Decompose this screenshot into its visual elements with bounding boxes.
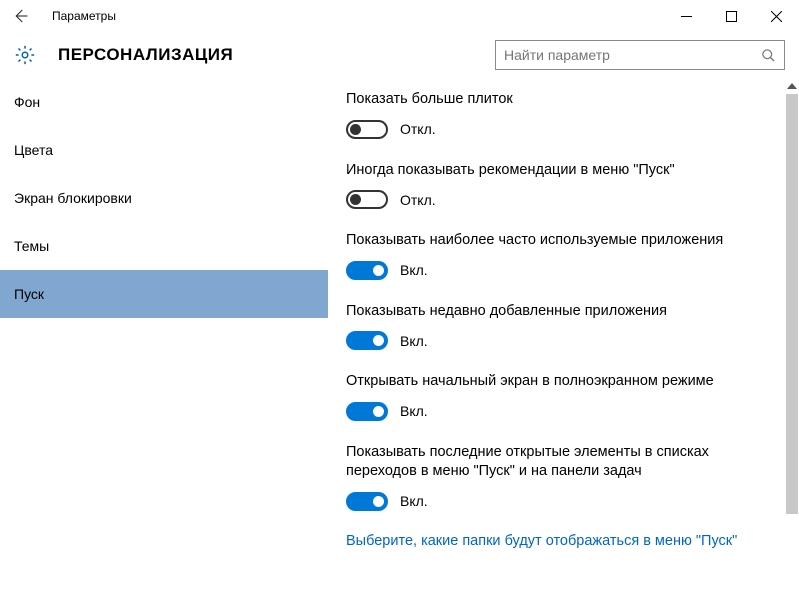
toggle-row: Вкл. — [346, 261, 779, 280]
header: ПЕРСОНАЛИЗАЦИЯ — [0, 32, 799, 78]
toggle-recommendations[interactable] — [346, 190, 388, 209]
sidebar-item-label: Цвета — [14, 142, 53, 158]
gear-icon — [14, 44, 36, 66]
setting-recommendations: Иногда показывать рекомендации в меню "П… — [346, 161, 779, 210]
close-icon — [771, 11, 782, 22]
toggle-row: Вкл. — [346, 402, 779, 421]
setting-recent-items: Показывать последние открытые элементы в… — [346, 443, 779, 511]
toggle-recently-added[interactable] — [346, 331, 388, 350]
vertical-scrollbar[interactable] — [785, 78, 799, 604]
toggle-knob — [373, 406, 384, 417]
maximize-icon — [726, 11, 737, 22]
toggle-knob — [373, 335, 384, 346]
choose-folders-link[interactable]: Выберите, какие папки будут отображаться… — [346, 533, 779, 549]
sidebar-item-lock-screen[interactable]: Экран блокировки — [0, 174, 328, 222]
setting-label: Показывать недавно добавленные приложени… — [346, 302, 756, 322]
setting-label: Показывать последние открытые элементы в… — [346, 443, 756, 482]
sidebar-item-colors[interactable]: Цвета — [0, 126, 328, 174]
setting-label: Открывать начальный экран в полноэкранно… — [346, 372, 756, 392]
minimize-button[interactable] — [664, 1, 709, 31]
window-controls — [664, 1, 799, 31]
sidebar-item-label: Пуск — [14, 286, 44, 302]
titlebar: Параметры — [0, 0, 799, 32]
close-button[interactable] — [754, 1, 799, 31]
toggle-row: Вкл. — [346, 492, 779, 511]
toggle-recent-items[interactable] — [346, 492, 388, 511]
sidebar-item-label: Фон — [14, 94, 40, 110]
toggle-state-text: Вкл. — [400, 493, 428, 509]
setting-label: Показывать наиболее часто используемые п… — [346, 231, 756, 251]
category-title: ПЕРСОНАЛИЗАЦИЯ — [58, 45, 233, 65]
maximize-button[interactable] — [709, 1, 754, 31]
toggle-more-tiles[interactable] — [346, 120, 388, 139]
setting-most-used: Показывать наиболее часто используемые п… — [346, 231, 779, 280]
window-title: Параметры — [52, 9, 116, 23]
header-left: ПЕРСОНАЛИЗАЦИЯ — [14, 44, 233, 66]
toggle-state-text: Вкл. — [400, 333, 428, 349]
toggle-state-text: Вкл. — [400, 262, 428, 278]
toggle-knob — [350, 194, 361, 205]
minimize-icon — [681, 11, 692, 22]
sidebar: Фон Цвета Экран блокировки Темы Пуск — [0, 78, 328, 604]
toggle-state-text: Откл. — [400, 192, 436, 208]
back-button[interactable] — [8, 4, 32, 28]
arrow-left-icon — [11, 7, 29, 25]
toggle-state-text: Вкл. — [400, 403, 428, 419]
toggle-fullscreen[interactable] — [346, 402, 388, 421]
chevron-up-icon — [787, 83, 797, 89]
toggle-row: Откл. — [346, 120, 779, 139]
content: Показать больше плиток Откл. Иногда пока… — [328, 78, 799, 604]
sidebar-item-label: Темы — [14, 238, 49, 254]
scroll-up-button[interactable] — [785, 78, 799, 94]
toggle-knob — [373, 265, 384, 276]
toggle-knob — [373, 496, 384, 507]
toggle-knob — [350, 124, 361, 135]
titlebar-left: Параметры — [8, 4, 116, 28]
toggle-state-text: Откл. — [400, 121, 436, 137]
setting-label: Показать больше плиток — [346, 90, 756, 110]
setting-label: Иногда показывать рекомендации в меню "П… — [346, 161, 756, 181]
sidebar-item-background[interactable]: Фон — [0, 78, 328, 126]
search-box[interactable] — [495, 40, 785, 70]
setting-more-tiles: Показать больше плиток Откл. — [346, 90, 779, 139]
body: Фон Цвета Экран блокировки Темы Пуск Пок… — [0, 78, 799, 604]
toggle-most-used[interactable] — [346, 261, 388, 280]
toggle-row: Вкл. — [346, 331, 779, 350]
scrollbar-thumb[interactable] — [786, 94, 798, 514]
sidebar-item-label: Экран блокировки — [14, 190, 132, 206]
toggle-row: Откл. — [346, 190, 779, 209]
sidebar-item-themes[interactable]: Темы — [0, 222, 328, 270]
search-icon — [761, 48, 776, 63]
search-input[interactable] — [504, 47, 761, 63]
sidebar-item-start[interactable]: Пуск — [0, 270, 328, 318]
setting-fullscreen: Открывать начальный экран в полноэкранно… — [346, 372, 779, 421]
setting-recently-added: Показывать недавно добавленные приложени… — [346, 302, 779, 351]
